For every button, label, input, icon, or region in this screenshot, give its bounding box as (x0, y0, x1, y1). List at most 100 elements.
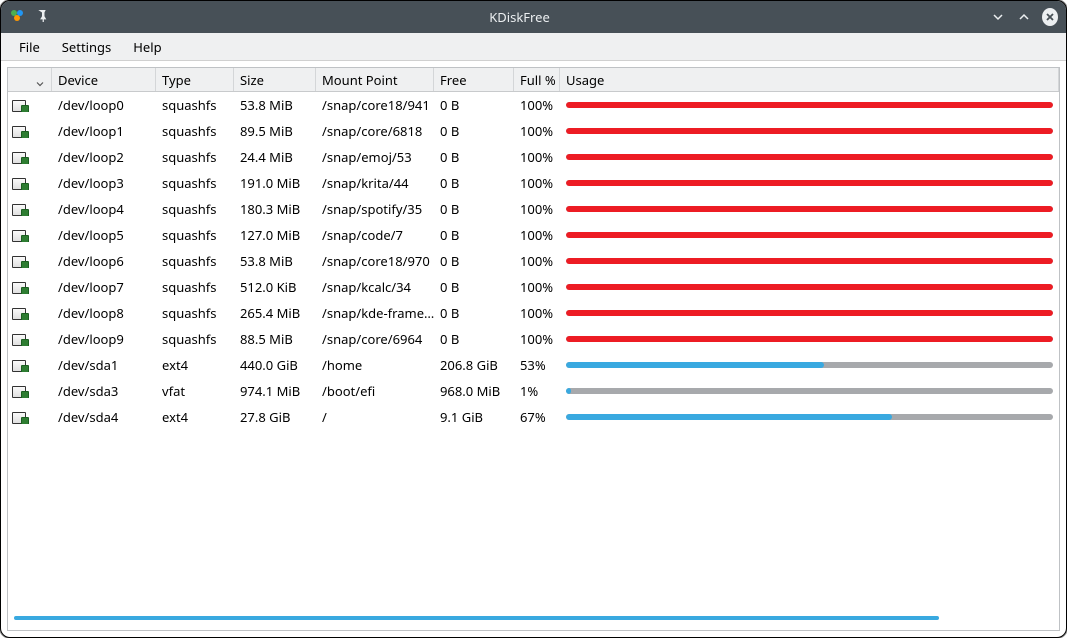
column-free[interactable]: Free (434, 68, 514, 91)
cell-mount: /snap/emoj/53 (316, 148, 434, 166)
table-body[interactable]: /dev/loop0squashfs53.8 MiB/snap/core18/9… (8, 92, 1059, 630)
horizontal-scrollbar[interactable] (14, 616, 939, 626)
cell-type: ext4 (156, 408, 234, 426)
cell-device: /dev/loop5 (52, 226, 156, 244)
table-row[interactable]: /dev/loop5squashfs127.0 MiB/snap/code/70… (8, 222, 1059, 248)
column-full[interactable]: Full % (514, 68, 560, 91)
column-size[interactable]: Size (234, 68, 316, 91)
cell-full: 100% (514, 226, 560, 244)
cell-type: squashfs (156, 252, 234, 270)
device-icon-cell (8, 98, 52, 112)
column-type[interactable]: Type (156, 68, 234, 91)
table-row[interactable]: /dev/loop8squashfs265.4 MiB/snap/kde-fra… (8, 300, 1059, 326)
menu-settings[interactable]: Settings (52, 34, 121, 60)
cell-full: 100% (514, 304, 560, 322)
cell-usage (560, 154, 1059, 160)
table-row[interactable]: /dev/sda3vfat974.1 MiB/boot/efi968.0 MiB… (8, 378, 1059, 404)
usage-fill (566, 414, 892, 420)
usage-bar (566, 336, 1053, 342)
cell-full: 1% (514, 382, 560, 400)
device-icon-cell (8, 384, 52, 398)
device-icon-cell (8, 358, 52, 372)
usage-bar (566, 310, 1053, 316)
table-row[interactable]: /dev/sda4ext427.8 GiB/9.1 GiB67% (8, 404, 1059, 430)
usage-fill (566, 154, 1053, 160)
usage-bar (566, 284, 1053, 290)
usage-bar (566, 180, 1053, 186)
cell-device: /dev/sda4 (52, 408, 156, 426)
cell-size: 88.5 MiB (234, 330, 316, 348)
cell-mount: /snap/code/7 (316, 226, 434, 244)
cell-device: /dev/loop7 (52, 278, 156, 296)
usage-bar (566, 102, 1053, 108)
cell-full: 100% (514, 148, 560, 166)
cell-usage (560, 258, 1059, 264)
table-row[interactable]: /dev/loop3squashfs191.0 MiB/snap/krita/4… (8, 170, 1059, 196)
cell-size: 89.5 MiB (234, 122, 316, 140)
cell-device: /dev/loop2 (52, 148, 156, 166)
table-header: Device Type Size Mount Point Free Full %… (8, 68, 1059, 92)
usage-fill (566, 336, 1053, 342)
disk-icon (12, 202, 28, 216)
column-mount[interactable]: Mount Point (316, 68, 434, 91)
cell-mount: /snap/spotify/35 (316, 200, 434, 218)
column-device[interactable]: Device (52, 68, 156, 91)
table-row[interactable]: /dev/loop0squashfs53.8 MiB/snap/core18/9… (8, 92, 1059, 118)
cell-free: 0 B (434, 122, 514, 140)
pin-icon[interactable] (35, 8, 49, 26)
table-row[interactable]: /dev/loop4squashfs180.3 MiB/snap/spotify… (8, 196, 1059, 222)
table-row[interactable]: /dev/loop9squashfs88.5 MiB/snap/core/696… (8, 326, 1059, 352)
disk-icon (12, 176, 28, 190)
disk-icon (12, 358, 28, 372)
cell-usage (560, 414, 1059, 420)
cell-size: 127.0 MiB (234, 226, 316, 244)
titlebar[interactable]: KDiskFree (1, 1, 1066, 33)
cell-size: 974.1 MiB (234, 382, 316, 400)
cell-mount: /snap/core18/941 (316, 96, 434, 114)
cell-size: 512.0 KiB (234, 278, 316, 296)
column-usage[interactable]: Usage (560, 68, 1059, 91)
device-icon-cell (8, 150, 52, 164)
scrollbar-thumb[interactable] (14, 616, 939, 620)
menu-help[interactable]: Help (123, 34, 171, 60)
cell-size: 24.4 MiB (234, 148, 316, 166)
table-row[interactable]: /dev/sda1ext4440.0 GiB/home206.8 GiB53% (8, 352, 1059, 378)
cell-full: 100% (514, 174, 560, 192)
chevron-down-icon (35, 75, 45, 85)
cell-usage (560, 388, 1059, 394)
usage-fill (566, 180, 1053, 186)
cell-full: 100% (514, 252, 560, 270)
table-row[interactable]: /dev/loop1squashfs89.5 MiB/snap/core/681… (8, 118, 1059, 144)
cell-usage (560, 284, 1059, 290)
column-sort-indicator[interactable] (8, 68, 52, 91)
table-row[interactable]: /dev/loop6squashfs53.8 MiB/snap/core18/9… (8, 248, 1059, 274)
device-icon-cell (8, 202, 52, 216)
cell-type: squashfs (156, 304, 234, 322)
table-row[interactable]: /dev/loop7squashfs512.0 KiB/snap/kcalc/3… (8, 274, 1059, 300)
cell-free: 0 B (434, 174, 514, 192)
disk-icon (12, 228, 28, 242)
cell-type: squashfs (156, 330, 234, 348)
cell-size: 440.0 GiB (234, 356, 316, 374)
cell-free: 0 B (434, 226, 514, 244)
cell-type: squashfs (156, 96, 234, 114)
cell-usage (560, 362, 1059, 368)
usage-fill (566, 102, 1053, 108)
menubar: File Settings Help (1, 33, 1066, 61)
menu-file[interactable]: File (9, 34, 50, 60)
table-row[interactable]: /dev/loop2squashfs24.4 MiB/snap/emoj/530… (8, 144, 1059, 170)
maximize-button[interactable] (1016, 9, 1032, 25)
cell-device: /dev/loop1 (52, 122, 156, 140)
cell-full: 100% (514, 200, 560, 218)
cell-free: 968.0 MiB (434, 382, 514, 400)
device-icon-cell (8, 280, 52, 294)
cell-usage (560, 180, 1059, 186)
cell-usage (560, 336, 1059, 342)
disk-icon (12, 410, 28, 424)
device-icon-cell (8, 124, 52, 138)
cell-type: squashfs (156, 122, 234, 140)
close-button[interactable] (1042, 9, 1058, 25)
disk-icon (12, 280, 28, 294)
minimize-button[interactable] (990, 9, 1006, 25)
cell-type: squashfs (156, 278, 234, 296)
